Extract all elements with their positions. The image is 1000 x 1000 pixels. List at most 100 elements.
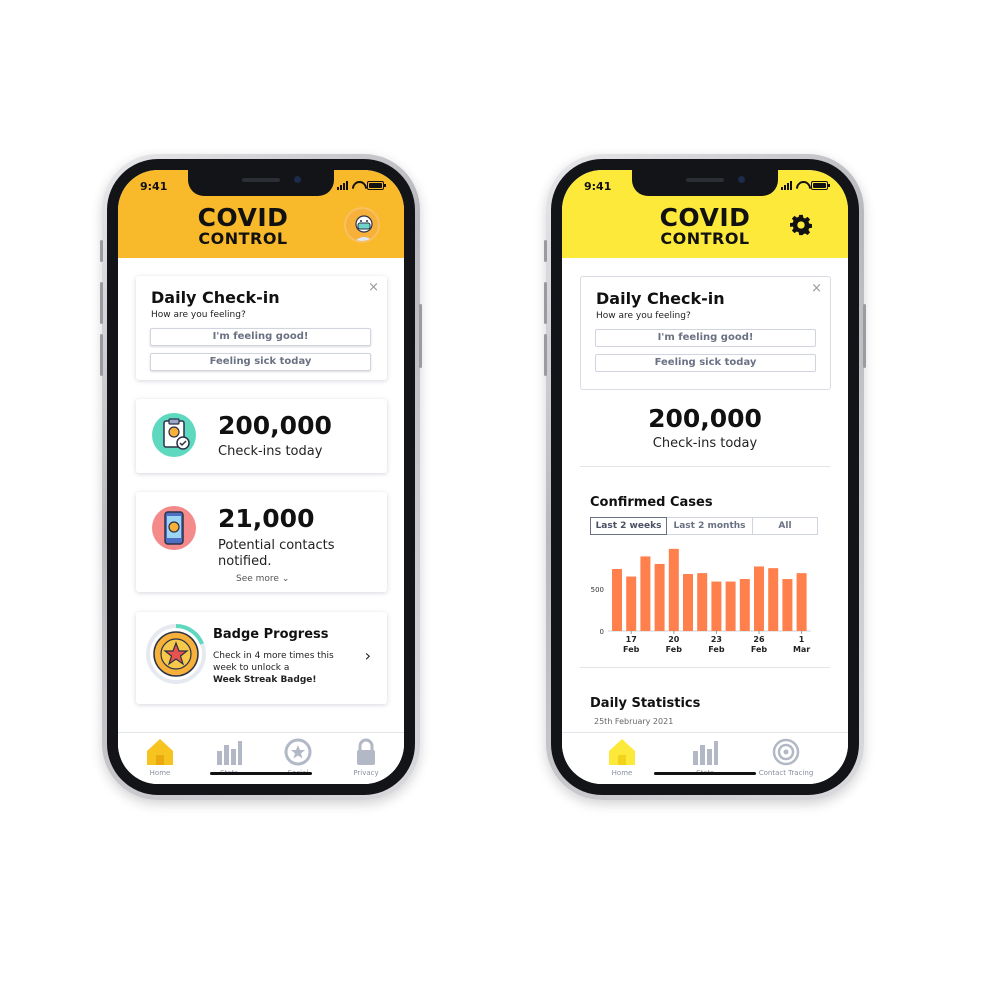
checkins-label: Check-ins today <box>218 444 323 459</box>
tab-privacy[interactable]: Privacy <box>336 737 396 777</box>
x-tick-month: Mar <box>793 645 810 654</box>
battery-icon <box>811 181 830 190</box>
feeling-sick-button[interactable]: Feeling sick today <box>150 353 371 371</box>
tab-home[interactable]: Home <box>130 737 190 777</box>
tab-home-label: Home <box>149 769 171 777</box>
notch <box>188 170 334 196</box>
y-tick-label: 500 <box>591 586 604 594</box>
close-icon[interactable]: × <box>368 280 379 295</box>
wifi-icon <box>352 181 363 190</box>
badge-text-bold: Week Streak Badge! <box>213 675 317 685</box>
checkins-count: 200,000 <box>218 411 332 440</box>
bar-25-feb <box>739 579 750 631</box>
x-tick-month: Feb <box>623 645 640 654</box>
see-more-link[interactable]: See more ⌄ <box>236 574 289 584</box>
chevron-right-icon[interactable]: › <box>365 646 371 665</box>
badge-text: Check in 4 more times this week to unloc… <box>213 650 353 686</box>
bar-28-feb <box>782 579 793 631</box>
close-icon[interactable]: × <box>811 281 822 296</box>
feeling-good-button[interactable]: I'm feeling good! <box>595 329 816 347</box>
status-time: 9:41 <box>584 180 612 193</box>
bar-21-feb <box>683 574 693 631</box>
home-icon <box>147 739 173 765</box>
tab-home[interactable]: Home <box>592 737 652 777</box>
screen: 9:41 COVID CONTROL Daily Check-in How ar… <box>562 170 848 784</box>
side-button <box>544 240 547 262</box>
phone-virus-icon <box>152 506 196 550</box>
home-indicator <box>210 772 312 775</box>
cases-bar-chart: 050017Feb20Feb23Feb26Feb1Mar <box>591 548 811 654</box>
power-button <box>863 304 866 368</box>
bar-26-feb <box>754 566 764 631</box>
volume-down-button <box>544 334 547 376</box>
checkins-label: Check-ins today <box>652 436 758 451</box>
bar-19-feb <box>654 563 665 631</box>
tab-contact-tracing[interactable]: Contact Tracing <box>748 737 824 777</box>
see-more-label: See more <box>236 574 279 584</box>
y-tick-label: 0 <box>600 628 604 636</box>
lock-icon <box>357 738 375 765</box>
feeling-sick-button[interactable]: Feeling sick today <box>595 354 816 372</box>
tab-stats[interactable]: Stats <box>199 737 259 777</box>
contacts-card[interactable]: 21,000 Potential contacts notified. See … <box>136 492 387 592</box>
notch <box>632 170 778 196</box>
x-tick-day: 26 <box>753 635 765 644</box>
x-tick-month: Feb <box>708 645 725 654</box>
avatar[interactable] <box>344 207 380 243</box>
tab-contact-tracing-label: Contact Tracing <box>758 769 814 777</box>
checkin-subtitle: How are you feeling? <box>151 310 246 320</box>
x-tick-day: 17 <box>626 635 637 644</box>
badge-text-line2: week to unlock a <box>213 663 290 673</box>
contacts-count: 21,000 <box>218 504 315 533</box>
checkin-title: Daily Check-in <box>596 289 725 308</box>
clipboard-virus-icon <box>152 413 196 457</box>
tab-social[interactable]: Social <box>268 737 328 777</box>
daily-statistics-date: 25th February 2021 <box>594 717 674 726</box>
volume-up-button <box>100 282 103 324</box>
bar-23-feb <box>711 581 722 631</box>
range-all[interactable]: All <box>753 517 818 535</box>
screen: 9:41 COVID CONTROL Daily Check-in How ar… <box>118 170 404 784</box>
bar-22-feb <box>697 573 708 631</box>
bar-17-feb <box>626 576 637 631</box>
signal-icon <box>781 181 792 190</box>
bar-chart-icon <box>693 741 718 765</box>
feeling-good-button[interactable]: I'm feeling good! <box>150 328 371 346</box>
range-last-2-weeks[interactable]: Last 2 weeks <box>590 517 667 535</box>
range-last-2-months[interactable]: Last 2 months <box>667 517 753 535</box>
power-button <box>419 304 422 368</box>
divider <box>580 667 830 668</box>
status-icons <box>337 181 386 190</box>
status-time: 9:41 <box>140 180 168 193</box>
signal-icon <box>337 181 348 190</box>
target-icon <box>772 738 800 766</box>
bar-20-feb <box>668 548 679 631</box>
tab-home-label: Home <box>611 769 633 777</box>
badge-card[interactable]: Badge Progress Check in 4 more times thi… <box>136 612 387 704</box>
home-icon <box>609 739 635 765</box>
badge-star-icon <box>146 624 206 684</box>
bar-27-feb <box>768 568 779 631</box>
x-tick-day: 23 <box>711 635 722 644</box>
x-tick-day: 1 <box>799 635 805 644</box>
x-tick-month: Feb <box>666 645 683 654</box>
checkin-card: Daily Check-in How are you feeling? × I'… <box>136 276 387 380</box>
checkin-title: Daily Check-in <box>151 288 280 307</box>
chart-title: Confirmed Cases <box>590 495 713 510</box>
bar-chart-icon <box>217 741 242 765</box>
checkins-card[interactable]: 200,000 Check-ins today <box>136 399 387 473</box>
tab-stats[interactable]: Stats <box>675 737 735 777</box>
tab-bar: Home Stats Contact Tracing <box>562 732 848 784</box>
daily-statistics-title: Daily Statistics <box>590 696 701 711</box>
gear-icon[interactable] <box>790 214 812 236</box>
checkin-card: Daily Check-in How are you feeling? × I'… <box>580 276 831 390</box>
volume-down-button <box>100 334 103 376</box>
status-icons <box>781 181 830 190</box>
x-tick-day: 20 <box>668 635 680 644</box>
phone-right: 9:41 COVID CONTROL Daily Check-in How ar… <box>544 154 866 800</box>
bar-1-mar <box>796 573 807 631</box>
x-tick-month: Feb <box>751 645 768 654</box>
side-button <box>100 240 103 262</box>
phone-left: 9:41 COVID CONTROL Daily Check-in How ar… <box>100 154 422 800</box>
bar-18-feb <box>640 556 651 631</box>
